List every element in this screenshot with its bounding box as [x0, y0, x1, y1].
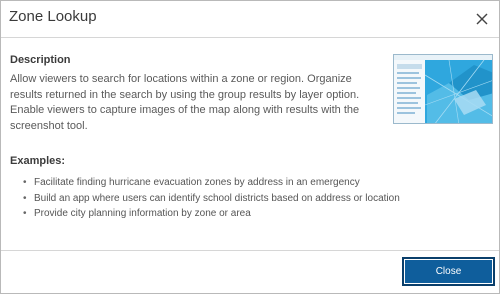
- description-heading: Description: [10, 54, 71, 66]
- dialog-header: Zone Lookup: [1, 1, 499, 38]
- examples-list: Facilitate finding hurricane evacuation …: [23, 175, 400, 222]
- close-icon[interactable]: [475, 12, 489, 26]
- app-preview-thumbnail: [393, 54, 493, 124]
- list-item: Provide city planning information by zon…: [23, 206, 400, 222]
- dialog-footer: Close: [1, 250, 499, 294]
- dialog-body: Description Allow viewers to search for …: [1, 38, 499, 250]
- close-button[interactable]: Close: [402, 257, 495, 286]
- list-item: Facilitate finding hurricane evacuation …: [23, 175, 400, 191]
- description-text: Allow viewers to search for locations wi…: [10, 73, 360, 132]
- zone-lookup-dialog: Zone Lookup Description Allow viewers to…: [0, 0, 500, 294]
- map-preview-graphic: [394, 55, 492, 123]
- list-item: Build an app where users can identify sc…: [23, 191, 400, 207]
- dialog-title: Zone Lookup: [9, 8, 97, 25]
- examples-heading: Examples:: [10, 155, 66, 167]
